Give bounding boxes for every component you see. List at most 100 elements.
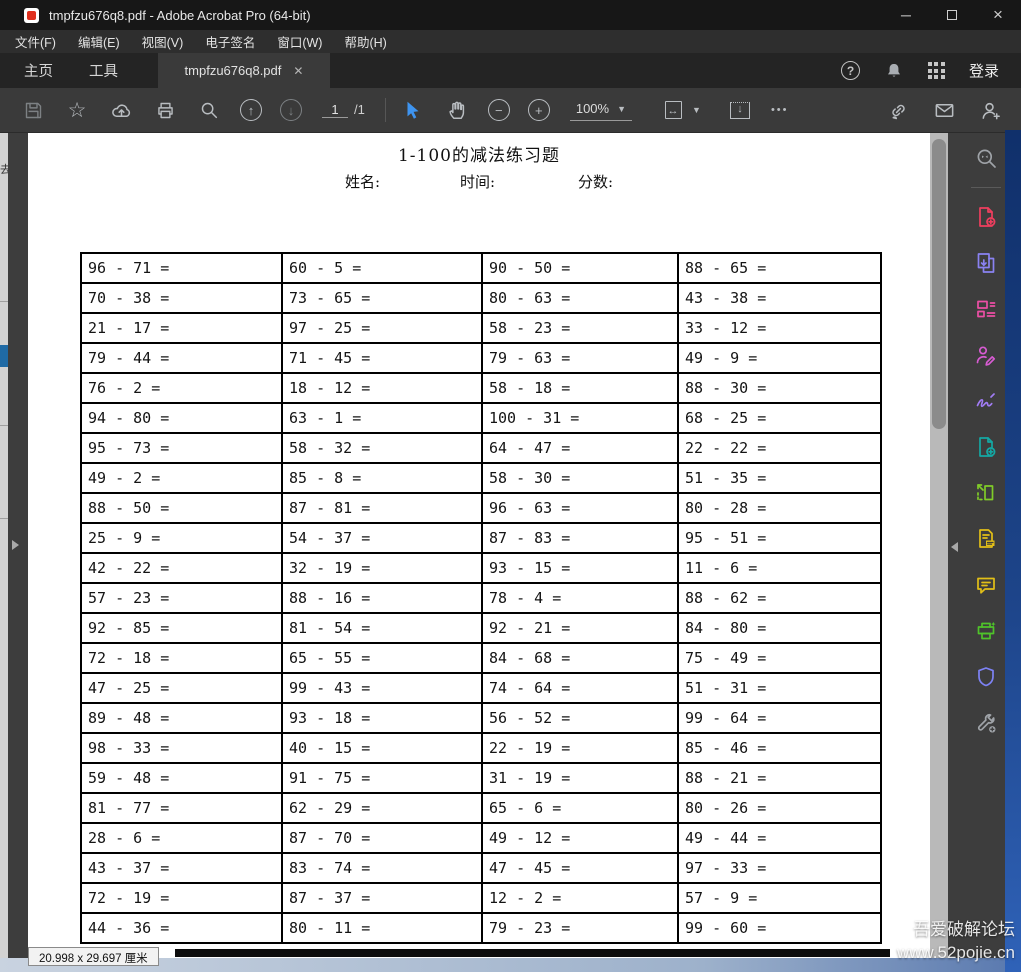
organize-pages-icon[interactable] (971, 478, 1001, 508)
acrobat-app-icon (24, 7, 39, 23)
zoom-in-icon[interactable]: + (527, 99, 550, 121)
request-signatures-icon[interactable] (971, 524, 1001, 554)
problem-cell: 92 - 85 = (80, 612, 283, 644)
problem-cell: 64 - 47 = (481, 432, 679, 464)
print-icon[interactable] (152, 97, 178, 123)
problem-cell: 89 - 48 = (80, 702, 283, 734)
menu-file[interactable]: 文件(F) (4, 30, 67, 53)
scrollbar-thumb[interactable] (932, 139, 946, 429)
vertical-scrollbar[interactable] (930, 133, 948, 958)
maximize-button[interactable] (929, 0, 975, 30)
minimize-button[interactable]: ─ (883, 0, 929, 30)
problem-cell: 80 - 26 = (677, 792, 882, 824)
problem-cell: 78 - 4 = (481, 582, 679, 614)
toolbar-right-group (885, 97, 1003, 123)
horizontal-scrollbar[interactable] (175, 949, 890, 957)
tab-document-label: tmpfzu676q8.pdf (184, 63, 282, 78)
watermark-line2: www.52pojie.cn (896, 943, 1015, 962)
problem-cell: 90 - 50 = (481, 252, 679, 284)
select-pointer-icon[interactable] (400, 97, 426, 123)
problem-cell: 92 - 21 = (481, 612, 679, 644)
menu-window[interactable]: 窗口(W) (266, 30, 333, 53)
fit-width-caret-icon[interactable]: ▼ (692, 105, 701, 115)
page-number-input[interactable] (322, 102, 348, 118)
zoom-out-icon[interactable]: − (487, 99, 510, 121)
tab-home[interactable]: 主页 (6, 53, 71, 88)
search-icon[interactable] (196, 97, 222, 123)
fill-sign-icon[interactable] (971, 340, 1001, 370)
tab-tools[interactable]: 工具 (71, 53, 136, 88)
zoom-level-control[interactable]: 100% ▼ (569, 99, 633, 121)
problem-row: 94 - 80 = 63 - 1 = 100 - 31 = 68 - 25 = (80, 402, 882, 434)
sign-in-link[interactable]: 登录 (969, 60, 999, 81)
scroll-mode-icon[interactable]: ↓ (727, 97, 753, 123)
create-pdf-icon[interactable] (971, 202, 1001, 232)
problem-cell: 49 - 2 = (80, 462, 283, 494)
tabbar-right-group: ? 登录 (840, 60, 999, 81)
hand-tool-icon[interactable] (444, 97, 470, 123)
problem-row: 72 - 19 = 87 - 37 = 12 - 2 = 57 - 9 = (80, 882, 882, 914)
problem-cell: 25 - 9 = (80, 522, 283, 554)
problem-cell: 57 - 23 = (80, 582, 283, 614)
screen: tmpfzu676q8.pdf - Adobe Acrobat Pro (64-… (0, 0, 1021, 972)
page-down-icon[interactable]: ↓ (280, 99, 302, 121)
fit-width-icon[interactable]: ↔ (660, 97, 686, 123)
problem-row: 95 - 73 = 58 - 32 = 64 - 47 = 22 - 22 = (80, 432, 882, 464)
problem-cell: 22 - 19 = (481, 732, 679, 764)
more-tools-icon[interactable] (971, 708, 1001, 738)
problem-cell: 81 - 54 = (281, 612, 483, 644)
edit-pdf-icon[interactable] (971, 294, 1001, 324)
problem-cell: 51 - 31 = (677, 672, 882, 704)
bell-icon[interactable] (884, 61, 904, 81)
title-bar: tmpfzu676q8.pdf - Adobe Acrobat Pro (64-… (0, 0, 1021, 30)
problem-cell: 75 - 49 = (677, 642, 882, 674)
combine-files-icon[interactable] (971, 432, 1001, 462)
star-icon[interactable]: ☆ (64, 97, 90, 123)
tab-close-icon[interactable]: ✕ (293, 64, 303, 78)
left-panel-expand-icon[interactable] (12, 540, 19, 550)
close-button[interactable]: × (975, 0, 1021, 30)
apps-grid-icon[interactable] (927, 62, 945, 79)
help-icon[interactable]: ? (840, 61, 860, 80)
menu-esign[interactable]: 电子签名 (194, 30, 266, 53)
more-tools-ellipsis[interactable]: ••• (771, 104, 789, 116)
export-pdf-icon[interactable] (971, 248, 1001, 278)
problem-row: 79 - 44 = 71 - 45 = 79 - 63 = 49 - 9 = (80, 342, 882, 374)
protect-icon[interactable] (971, 662, 1001, 692)
problem-cell: 60 - 5 = (281, 252, 483, 284)
problem-cell: 79 - 23 = (481, 912, 679, 944)
problem-cell: 11 - 6 = (677, 552, 882, 584)
page-up-icon[interactable]: ↑ (240, 99, 262, 121)
menu-view[interactable]: 视图(V) (131, 30, 195, 53)
problem-cell: 87 - 70 = (281, 822, 483, 854)
problem-row: 43 - 37 = 83 - 74 = 47 - 45 = 97 - 33 = (80, 852, 882, 884)
problem-cell: 88 - 16 = (281, 582, 483, 614)
menu-help[interactable]: 帮助(H) (333, 30, 397, 53)
problem-cell: 85 - 8 = (281, 462, 483, 494)
tab-document[interactable]: tmpfzu676q8.pdf ✕ (158, 53, 330, 88)
problem-cell: 68 - 25 = (677, 402, 882, 434)
problem-cell: 99 - 43 = (281, 672, 483, 704)
problem-cell: 99 - 60 = (677, 912, 882, 944)
maximize-icon (947, 10, 957, 20)
problem-cell: 93 - 15 = (481, 552, 679, 584)
save-icon[interactable] (20, 97, 46, 123)
cloud-upload-icon[interactable] (108, 97, 134, 123)
problem-cell: 57 - 9 = (677, 882, 882, 914)
scan-ocr-icon[interactable] (971, 616, 1001, 646)
problem-cell: 100 - 31 = (481, 402, 679, 434)
problem-cell: 70 - 38 = (80, 282, 283, 314)
right-panel-toggle-icon[interactable] (951, 542, 958, 552)
problem-row: 72 - 18 = 65 - 55 = 84 - 68 = 75 - 49 = (80, 642, 882, 674)
find-zoom-icon[interactable] (971, 143, 1001, 173)
email-icon[interactable] (931, 97, 957, 123)
add-account-icon[interactable] (977, 97, 1003, 123)
problem-cell: 88 - 50 = (80, 492, 283, 524)
sign-pen-icon[interactable] (971, 386, 1001, 416)
comment-icon[interactable] (971, 570, 1001, 600)
name-label: 姓名: (345, 173, 381, 191)
problem-row: 57 - 23 = 88 - 16 = 78 - 4 = 88 - 62 = (80, 582, 882, 614)
share-link-icon[interactable] (885, 97, 911, 123)
menu-edit[interactable]: 编辑(E) (67, 30, 131, 53)
problem-cell: 59 - 48 = (80, 762, 283, 794)
